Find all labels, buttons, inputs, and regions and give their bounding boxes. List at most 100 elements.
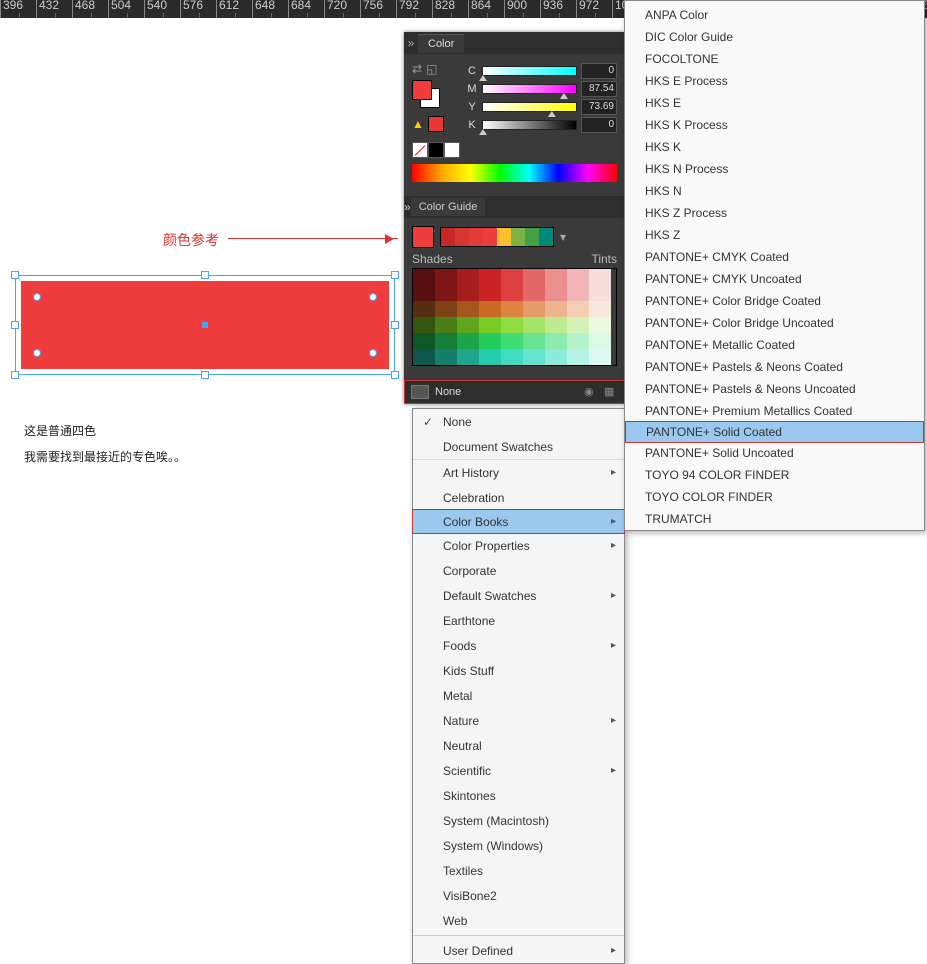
- variation-swatch[interactable]: [523, 285, 545, 301]
- menu-item[interactable]: Color Properties: [413, 533, 624, 558]
- color-tab[interactable]: Color: [418, 34, 464, 53]
- variation-swatch[interactable]: [567, 301, 589, 317]
- fill-stroke-swatch[interactable]: [412, 80, 440, 108]
- submenu-item[interactable]: DIC Color Guide: [625, 26, 924, 48]
- variation-swatch[interactable]: [479, 269, 501, 285]
- variation-swatch[interactable]: [523, 349, 545, 365]
- expand-icon[interactable]: »: [404, 36, 418, 50]
- variation-swatch[interactable]: [435, 285, 457, 301]
- menu-item[interactable]: Web: [413, 908, 624, 933]
- canvas-selection[interactable]: [15, 275, 395, 375]
- menu-item[interactable]: Earthtone: [413, 608, 624, 633]
- submenu-item[interactable]: PANTONE+ Solid Coated: [625, 421, 924, 443]
- submenu-item[interactable]: HKS N Process: [625, 158, 924, 180]
- submenu-item[interactable]: TOYO 94 COLOR FINDER: [625, 464, 924, 486]
- library-icon[interactable]: [411, 385, 429, 399]
- menu-item[interactable]: Celebration: [413, 485, 624, 510]
- y-value-input[interactable]: 73.69: [581, 99, 617, 115]
- submenu-item[interactable]: TRUMATCH: [625, 508, 924, 530]
- variation-swatch[interactable]: [479, 285, 501, 301]
- variation-swatch[interactable]: [545, 285, 567, 301]
- black-swatch[interactable]: [428, 142, 444, 158]
- variation-swatch[interactable]: [457, 333, 479, 349]
- variation-swatch[interactable]: [523, 301, 545, 317]
- variation-swatch[interactable]: [589, 269, 611, 285]
- menu-item[interactable]: Metal: [413, 683, 624, 708]
- menu-item[interactable]: Foods: [413, 633, 624, 658]
- dropdown-icon[interactable]: ▾: [560, 230, 566, 244]
- variation-swatch[interactable]: [413, 285, 435, 301]
- variation-swatch[interactable]: [501, 269, 523, 285]
- menu-item[interactable]: Kids Stuff: [413, 658, 624, 683]
- submenu-item[interactable]: HKS Z Process: [625, 202, 924, 224]
- variation-swatch[interactable]: [523, 269, 545, 285]
- harmony-swatch[interactable]: [497, 228, 511, 246]
- variation-swatch[interactable]: [479, 301, 501, 317]
- variation-swatch[interactable]: [567, 333, 589, 349]
- variation-swatch[interactable]: [567, 285, 589, 301]
- variation-swatch[interactable]: [435, 349, 457, 365]
- variation-swatch[interactable]: [457, 301, 479, 317]
- warn-swatch[interactable]: [428, 116, 444, 132]
- menu-item[interactable]: System (Windows): [413, 833, 624, 858]
- submenu-item[interactable]: PANTONE+ Color Bridge Coated: [625, 290, 924, 312]
- variation-swatch[interactable]: [501, 317, 523, 333]
- colorguide-tab[interactable]: Color Guide: [411, 198, 486, 216]
- submenu-item[interactable]: HKS N: [625, 180, 924, 202]
- submenu-item[interactable]: HKS K: [625, 136, 924, 158]
- colorguide-footer[interactable]: None ◉ ▦: [404, 380, 625, 404]
- handle-tl[interactable]: [11, 271, 19, 279]
- library-name[interactable]: None: [435, 386, 578, 398]
- anchor-point[interactable]: [33, 349, 41, 357]
- color-spectrum[interactable]: [412, 164, 617, 182]
- submenu-item[interactable]: PANTONE+ Metallic Coated: [625, 334, 924, 356]
- handle-mr[interactable]: [391, 321, 399, 329]
- handle-br[interactable]: [391, 371, 399, 379]
- menu-item[interactable]: Corporate: [413, 558, 624, 583]
- anchor-point[interactable]: [33, 293, 41, 301]
- submenu-item[interactable]: ANPA Color: [625, 4, 924, 26]
- submenu-item[interactable]: PANTONE+ Color Bridge Uncoated: [625, 312, 924, 334]
- submenu-item[interactable]: HKS E Process: [625, 70, 924, 92]
- variation-swatch[interactable]: [457, 317, 479, 333]
- y-slider[interactable]: [482, 102, 577, 112]
- menu-item[interactable]: Textiles: [413, 858, 624, 883]
- variation-swatch[interactable]: [523, 333, 545, 349]
- k-slider[interactable]: [482, 120, 577, 130]
- menu-item[interactable]: VisiBone2: [413, 883, 624, 908]
- menu-item[interactable]: Nature: [413, 708, 624, 733]
- center-point[interactable]: [202, 322, 208, 328]
- variation-swatch[interactable]: [435, 333, 457, 349]
- variation-swatch[interactable]: [523, 317, 545, 333]
- white-swatch[interactable]: [444, 142, 460, 158]
- submenu-item[interactable]: HKS K Process: [625, 114, 924, 136]
- c-slider[interactable]: [482, 66, 577, 76]
- variation-swatch[interactable]: [567, 269, 589, 285]
- harmony-strip[interactable]: [440, 227, 554, 247]
- harmony-swatch[interactable]: [441, 228, 455, 246]
- variation-swatch[interactable]: [501, 285, 523, 301]
- variation-swatch[interactable]: [545, 349, 567, 365]
- variation-swatch[interactable]: [435, 301, 457, 317]
- variation-swatch[interactable]: [589, 285, 611, 301]
- menu-item[interactable]: Default Swatches: [413, 583, 624, 608]
- harmony-swatch[interactable]: [483, 228, 497, 246]
- menu-item[interactable]: Scientific: [413, 758, 624, 783]
- harmony-swatch[interactable]: [511, 228, 525, 246]
- submenu-item[interactable]: PANTONE+ Pastels & Neons Coated: [625, 356, 924, 378]
- expand-icon[interactable]: »: [404, 200, 411, 214]
- variation-swatch[interactable]: [545, 317, 567, 333]
- panel-header[interactable]: » Color: [404, 32, 625, 54]
- color-variation-grid[interactable]: [412, 268, 617, 366]
- variation-swatch[interactable]: [589, 349, 611, 365]
- harmony-swatch[interactable]: [455, 228, 469, 246]
- submenu-item[interactable]: PANTONE+ Solid Uncoated: [625, 442, 924, 464]
- variation-swatch[interactable]: [545, 301, 567, 317]
- variation-swatch[interactable]: [479, 333, 501, 349]
- submenu-item[interactable]: PANTONE+ Premium Metallics Coated: [625, 400, 924, 422]
- colorguide-header[interactable]: » Color Guide: [404, 196, 625, 218]
- c-value-input[interactable]: 0: [581, 63, 617, 79]
- base-color-swatch[interactable]: [412, 226, 434, 248]
- variation-swatch[interactable]: [479, 349, 501, 365]
- variation-swatch[interactable]: [589, 301, 611, 317]
